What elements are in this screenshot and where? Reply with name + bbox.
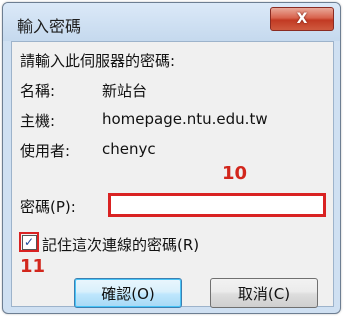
- close-icon: X: [296, 11, 308, 27]
- user-value: chenyc: [102, 140, 156, 158]
- title-bar[interactable]: 輸入密碼 X: [3, 3, 340, 41]
- host-value: homepage.ntu.edu.tw: [102, 110, 268, 128]
- prompt-text: 請輸入此伺服器的密碼:: [20, 52, 176, 70]
- name-value: 新站台: [102, 82, 148, 100]
- checkmark-icon: ✓: [23, 235, 35, 249]
- remember-label[interactable]: 記住這次連線的密碼(R): [42, 234, 199, 255]
- name-label: 名稱:: [20, 82, 56, 100]
- password-field[interactable]: [108, 193, 326, 217]
- remember-checkbox[interactable]: ✓: [21, 234, 37, 250]
- ok-button[interactable]: 確認(O): [74, 278, 182, 308]
- password-dialog: 輸入密碼 X 請輸入此伺服器的密碼: 名稱: 新站台 主機: homepage.…: [2, 2, 341, 314]
- annotation-password-number: 10: [222, 163, 248, 184]
- dialog-title: 輸入密碼: [17, 17, 82, 36]
- annotation-checkbox-number: 11: [20, 256, 46, 277]
- user-label: 使用者:: [20, 142, 71, 160]
- dialog-body: 請輸入此伺服器的密碼: 名稱: 新站台 主機: homepage.ntu.edu…: [11, 41, 334, 308]
- close-button[interactable]: X: [270, 7, 334, 31]
- cancel-button[interactable]: 取消(C): [210, 278, 318, 308]
- host-label: 主機:: [20, 112, 56, 130]
- password-label: 密碼(P):: [20, 198, 76, 216]
- remember-checkbox-highlight: ✓: [19, 232, 39, 252]
